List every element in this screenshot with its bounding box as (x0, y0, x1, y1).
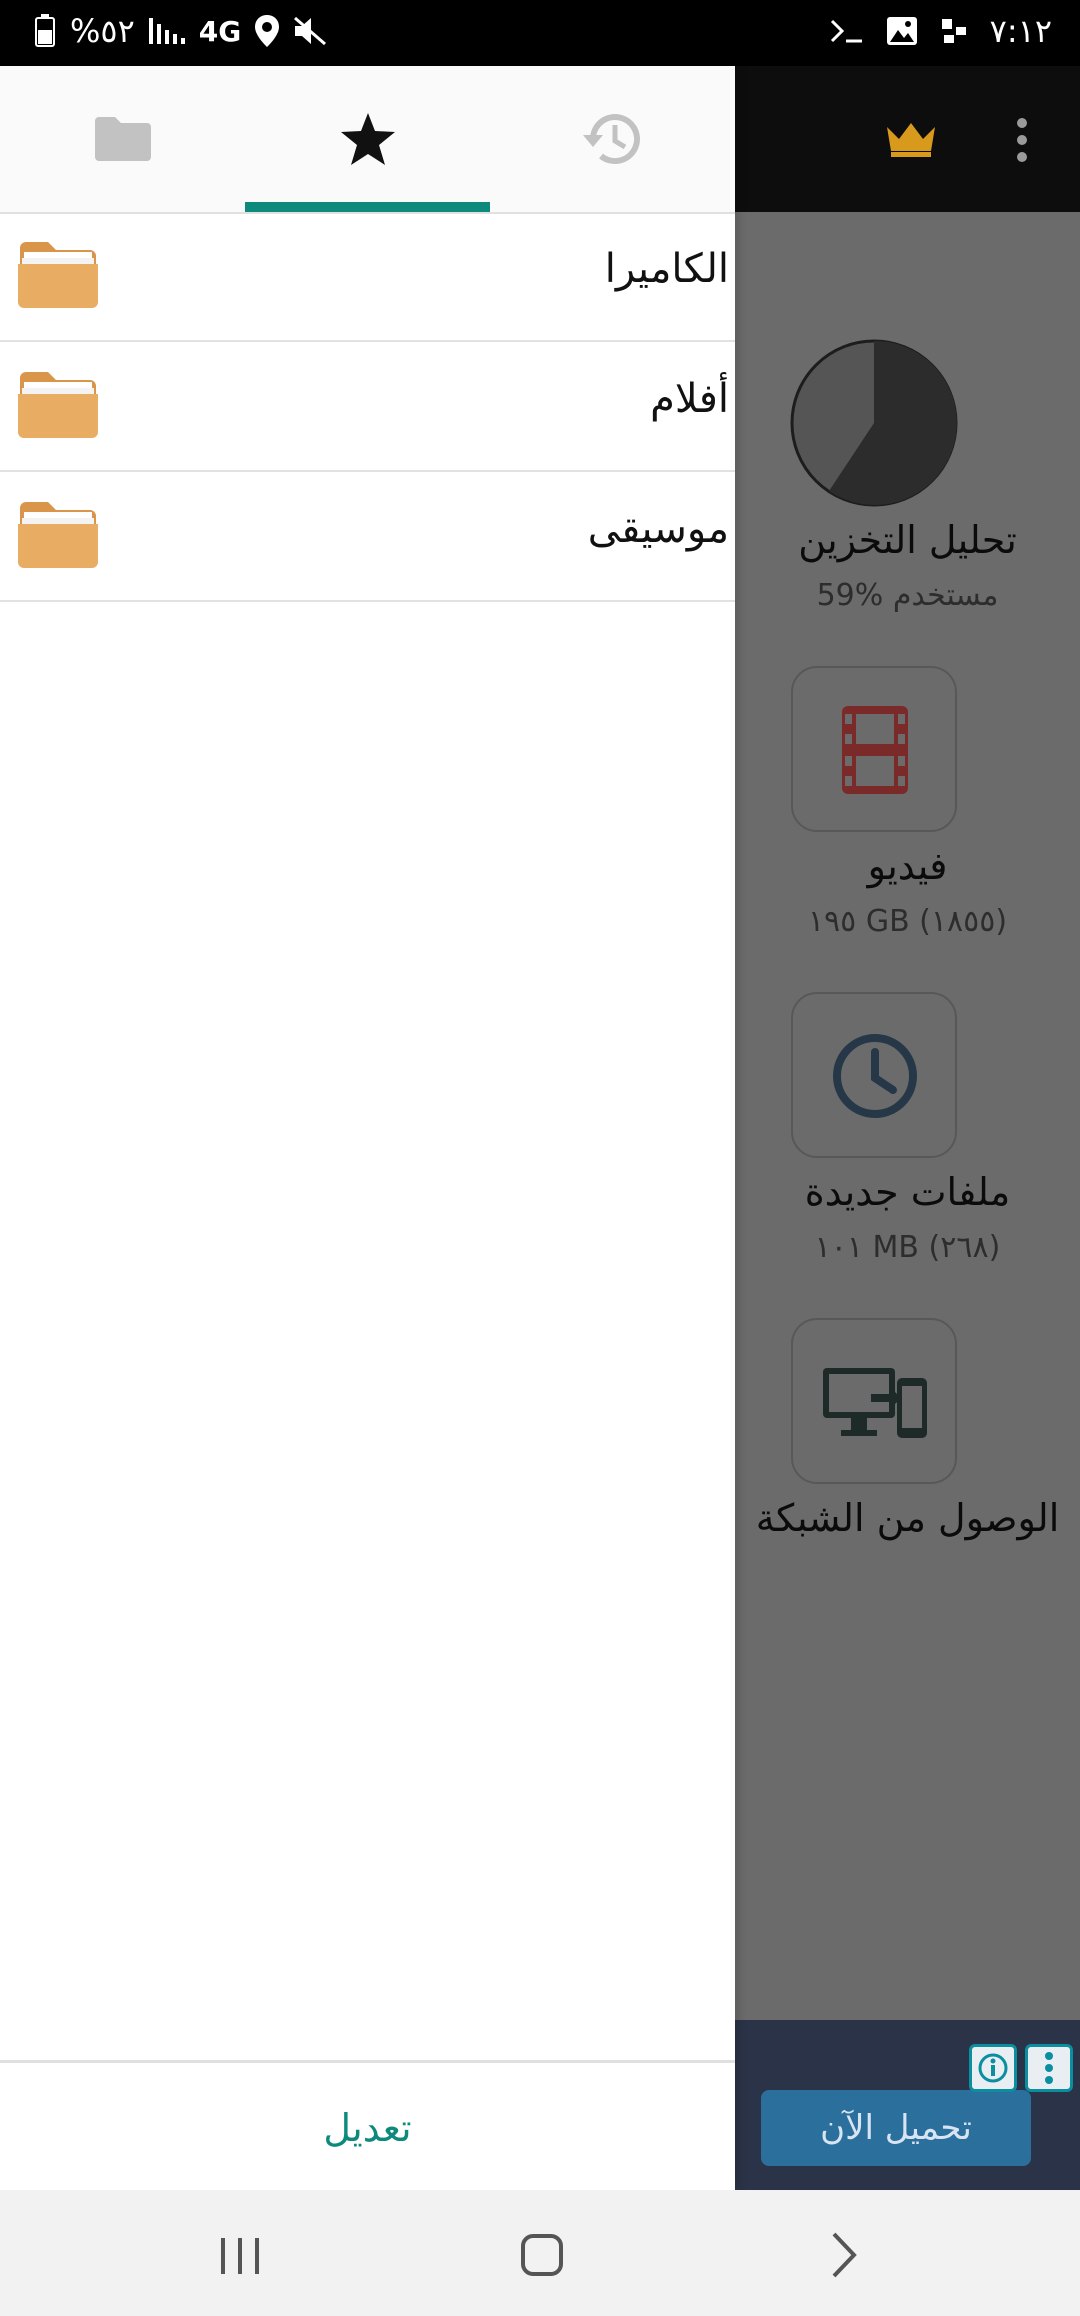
battery-level: %٥٢ (70, 12, 135, 50)
star-icon (340, 113, 395, 165)
favorites-tab[interactable] (245, 66, 490, 212)
storage-pie-icon (790, 339, 958, 507)
notification-icon (941, 19, 966, 43)
ad-more-icon[interactable] (1025, 2044, 1073, 2092)
navigation-drawer: الكاميرا أفلام موسيقى تعديل (0, 66, 735, 2193)
list-item[interactable]: موسيقى (0, 472, 735, 602)
folder-tab[interactable] (0, 66, 245, 212)
folder-icon (18, 242, 98, 308)
storage-title: تحليل التخزين (798, 518, 1017, 562)
recent-title: ملفات جديدة (804, 1170, 1011, 1214)
video-title: فيديو (867, 844, 948, 888)
folder-icon (94, 117, 151, 161)
recent-tile[interactable] (791, 992, 957, 1158)
network-tile[interactable] (791, 1318, 957, 1484)
list-item-label: أفلام (650, 376, 729, 422)
drawer-footer: تعديل (0, 2060, 735, 2193)
video-tile[interactable] (791, 666, 957, 832)
list-item-label: الكاميرا (604, 246, 729, 292)
selected-tab-indicator (245, 202, 490, 212)
network-title: الوصول من الشبكة (755, 1496, 1060, 1540)
favorites-list: الكاميرا أفلام موسيقى (0, 212, 735, 602)
battery-icon (35, 14, 55, 47)
home-icon[interactable] (507, 2220, 577, 2290)
film-icon (842, 706, 908, 794)
more-options-icon[interactable] (1010, 118, 1034, 162)
recent-apps-icon[interactable] (205, 2220, 275, 2290)
clock: ٧:١٢ (989, 12, 1052, 50)
list-item[interactable]: الكاميرا (0, 212, 735, 342)
crown-icon[interactable] (885, 121, 937, 157)
signal-icon (148, 18, 185, 44)
gallery-icon (886, 17, 917, 45)
recent-subtitle: ١٠١ MB (٢٦٨) (814, 1230, 1001, 1265)
location-icon (255, 15, 280, 47)
storage-subtitle: 59% مستخدم (816, 578, 999, 613)
devices-icon (823, 1368, 927, 1438)
list-item-label: موسيقى (587, 506, 729, 552)
recent-tab[interactable] (490, 66, 735, 212)
video-subtitle: ١٩٥ GB (١٨٥٥) (807, 904, 1008, 939)
clock-icon (833, 1034, 917, 1118)
ad-info-icon[interactable] (969, 2044, 1017, 2092)
network-type: 4G (198, 14, 242, 48)
folder-icon (18, 372, 98, 438)
list-item[interactable]: أفلام (0, 342, 735, 472)
terminal-icon (830, 19, 862, 43)
history-icon (582, 114, 640, 165)
system-nav-bar (0, 2190, 1080, 2316)
ad-install-button[interactable]: تحميل الآن (761, 2090, 1031, 2166)
mute-icon (294, 16, 327, 46)
drawer-tabs (0, 66, 735, 214)
edit-button[interactable]: تعديل (0, 2063, 735, 2193)
back-icon[interactable] (808, 2220, 878, 2290)
status-bar: %٥٢ 4G ٧:١٢ (0, 0, 1080, 66)
folder-icon (18, 502, 98, 568)
